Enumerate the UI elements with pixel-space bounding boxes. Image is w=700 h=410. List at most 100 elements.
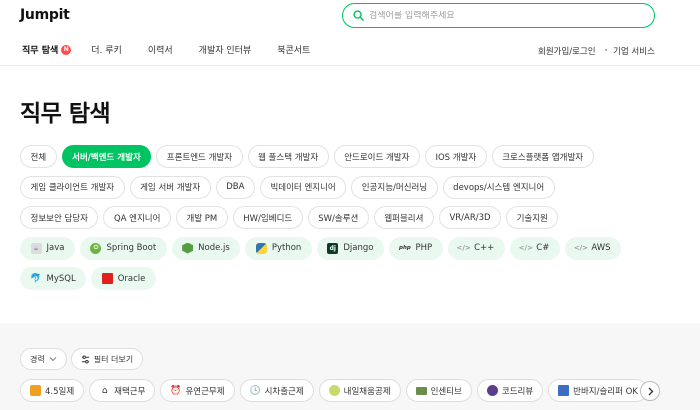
next-arrow-button[interactable] [640,381,660,401]
shorts-icon [558,385,570,396]
tech-chip-php[interactable]: php PHP [388,236,443,260]
filter-icon [81,355,89,363]
signup-login-link[interactable]: 회원가입/로그인 [538,45,596,57]
spring-boot-icon: ⏻ [90,242,102,254]
category-chip-cross-platform[interactable]: 크로스플랫폼 앱개발자 [491,145,594,168]
alarm-clock-icon: ⏰ [170,385,182,396]
code-icon: </> [456,244,471,252]
calendar-icon [30,385,41,396]
chevron-right-icon [648,387,653,395]
chevron-down-icon [49,357,57,362]
category-chip-devops[interactable]: devops/시스템 엔지니어 [442,175,555,199]
category-chip-backend[interactable]: 서버/백엔드 개발자 [61,145,152,168]
category-chip-ios[interactable]: IOS 개발자 [424,145,487,168]
clock-icon: 🕓 [249,385,261,396]
category-chip-frontend[interactable]: 프론트엔드 개발자 [156,145,243,168]
tag-label: 재택근무 [114,386,146,397]
chip-row: 게임 클라이언트 개발자 게임 서버 개발자 DBA 빅데이터 엔지니어 인공지… [20,175,690,199]
nav-item-the-rookie[interactable]: 더. 루키 [91,43,122,56]
category-chip-tech-support[interactable]: 기술지원 [506,206,559,229]
category-chip-android[interactable]: 안드로이드 개발자 [333,145,420,168]
tech-chip-aws[interactable]: </> AWS [564,236,621,260]
more-filters-button[interactable]: 필터 더보기 [70,348,144,370]
category-chip-pm[interactable]: 개발 PM [175,206,228,229]
jumpit-logo[interactable]: Jumpit [20,7,70,23]
category-chip-all[interactable]: 전체 [20,145,57,168]
money-icon [415,386,427,395]
nodejs-icon [182,242,194,254]
filter-section: 경력 필터 더보기 4.5일제 ⌂ 재택근무 ⏰ 유연근무제 🕓 시차출근제 내… [0,323,700,410]
tech-label: PHP [415,243,433,253]
search-bar[interactable] [342,3,655,28]
page-title: 직무 탐색 [20,101,111,127]
category-chip-game-server[interactable]: 게임 서버 개발자 [129,175,211,199]
tech-label: Python [271,243,302,253]
category-chip-game-client[interactable]: 게임 클라이언트 개발자 [20,175,125,199]
chip-row: 전체 서버/백엔드 개발자 프론트엔드 개발자 웹 풀스택 개발자 안드로이드 … [20,145,690,168]
tech-label: Java [46,243,65,253]
tech-label: Spring Boot [106,243,157,253]
mysql-icon: 🐬 [30,273,42,284]
category-chip-web-publisher[interactable]: 웹퍼블리셔 [373,206,434,229]
code-icon: </> [573,244,588,252]
benefit-tag-4-5-day[interactable]: 4.5일제 [20,379,85,402]
tech-chip-mysql[interactable]: 🐬 MySQL [20,267,87,290]
category-chip-embedded[interactable]: HW/임베디드 [232,206,303,229]
category-chip-big-data[interactable]: 빅데이터 엔지니어 [259,175,347,199]
nav-item-book-concert[interactable]: 북콘서트 [277,43,310,56]
search-input[interactable] [369,10,629,21]
category-chip-sw-solution[interactable]: SW/솔루션 [307,206,369,229]
tech-chip-java[interactable]: ☕ Java [20,236,75,260]
benefit-tag-row: 4.5일제 ⌂ 재택근무 ⏰ 유연근무제 🕓 시차출근제 내일채움공제 인센티브… [20,379,653,402]
oracle-icon [101,273,113,284]
tag-label: 반바지/슬리퍼 OK [573,386,638,397]
nav-item-job-explore[interactable]: 직무 탐색 N [22,43,72,56]
career-label: 경력 [30,354,45,364]
tech-chip-oracle[interactable]: Oracle [91,267,156,290]
category-chip-security[interactable]: 정보보안 담당자 [20,206,99,229]
tech-chip-django[interactable]: dj Django [316,236,384,260]
nav-item-developer-interview[interactable]: 개발자 인터뷰 [199,43,252,56]
category-chip-dba[interactable]: DBA [215,175,255,199]
java-icon: ☕ [30,242,42,254]
tech-chip-python[interactable]: Python [245,236,312,260]
search-icon [353,10,364,21]
tech-label: AWS [591,243,611,253]
tech-label: MySQL [46,273,76,284]
nav-item-resume[interactable]: 이력서 [148,43,173,56]
category-chip-vr-ar[interactable]: VR/AR/3D [438,206,502,229]
benefit-tag-incentive[interactable]: 인센티브 [405,379,472,402]
tag-label: 내일채움공제 [343,386,391,397]
job-category-chips: 전체 서버/백엔드 개발자 프론트엔드 개발자 웹 풀스택 개발자 안드로이드 … [20,145,690,298]
tech-label: Node.js [198,243,230,253]
nav-label: 직무 탐색 [22,46,59,56]
piggy-bank-icon [328,385,340,396]
tech-chip-spring-boot[interactable]: ⏻ Spring Boot [79,236,167,260]
business-service-link[interactable]: 기업 서비스 [613,45,655,57]
tech-stack-row: 🐬 MySQL Oracle [20,267,690,290]
tech-chip-csharp[interactable]: </> C# [509,236,560,260]
tech-chip-nodejs[interactable]: Node.js [171,236,241,260]
benefit-tag-code-review[interactable]: 코드리뷰 [476,379,544,402]
benefit-tag-flexible[interactable]: ⏰ 유연근무제 [160,379,235,402]
tech-label: Django [343,243,374,253]
benefit-tag-remote[interactable]: ⌂ 재택근무 [89,379,156,402]
tag-label: 인센티브 [430,386,462,397]
category-chip-ai-ml[interactable]: 인공지능/머신러닝 [351,175,438,199]
chip-row: 정보보안 담당자 QA 엔지니어 개발 PM HW/임베디드 SW/솔루션 웹퍼… [20,206,690,229]
more-filters-label: 필터 더보기 [93,354,134,364]
code-review-icon [486,385,498,396]
tech-chip-cpp[interactable]: </> C++ [447,236,505,260]
tech-stack-row: ☕ Java ⏻ Spring Boot Node.js Python dj D… [20,236,690,260]
header: Jumpit 직무 탐색 N 더. 루키 이력서 개발자 인터뷰 북콘서트 회원… [0,0,700,66]
benefit-tag-naeil-chaeum[interactable]: 내일채움공제 [318,379,401,402]
benefit-tag-shorts-slippers[interactable]: 반바지/슬리퍼 OK [548,379,648,402]
category-chip-qa[interactable]: QA 엔지니어 [103,206,171,229]
util-separator [605,49,607,51]
benefit-tag-staggered[interactable]: 🕓 시차출근제 [239,379,314,402]
category-chip-fullstack[interactable]: 웹 풀스택 개발자 [247,145,329,168]
career-filter-dropdown[interactable]: 경력 [20,348,67,370]
django-icon: dj [327,242,339,254]
tech-label: C++ [474,243,495,253]
main-nav: 직무 탐색 N 더. 루키 이력서 개발자 인터뷰 북콘서트 [22,43,336,56]
